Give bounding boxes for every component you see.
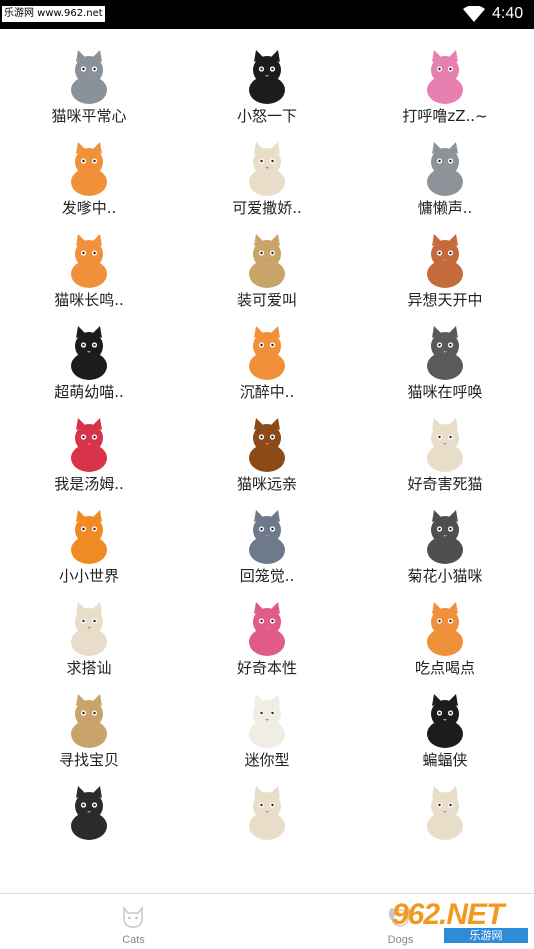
sticker-item[interactable]: 异想天开中 — [356, 230, 534, 322]
beige-cat-icon — [249, 142, 285, 196]
sticker-item[interactable]: 回笼觉.. — [178, 506, 356, 598]
black-cat-in-litter-box-icon — [71, 326, 107, 380]
sticker-label: 小小世界 — [58, 567, 119, 585]
orange-cat-stretching-icon — [249, 326, 285, 380]
sticker-item[interactable]: 菊花小猫咪 — [356, 506, 534, 598]
wifi-icon — [463, 6, 485, 22]
sticker-item[interactable]: 沉醉中.. — [178, 322, 356, 414]
sticker-item[interactable]: 猫咪在呼唤 — [356, 322, 534, 414]
sticker-label: 回笼觉.. — [239, 567, 295, 585]
sticker-label: 我是汤姆.. — [54, 475, 124, 493]
pink-cat-sleeping-icon — [427, 50, 463, 104]
watermark-logo: 962.NET — [392, 898, 504, 931]
sticker-label: 发嗲中.. — [61, 199, 117, 217]
cat-with-octopus-icon — [427, 234, 463, 288]
sticker-item[interactable]: 小小世界 — [0, 506, 178, 598]
ghost-cat-icon — [249, 694, 285, 748]
status-bar: 乐游网 www.962.net 4:40 — [0, 0, 534, 29]
sticker-item[interactable] — [178, 782, 356, 874]
sticker-label: 小怒一下 — [236, 107, 297, 125]
sticker-label: 猫咪在呼唤 — [407, 383, 483, 401]
sticker-label: 求搭讪 — [66, 659, 112, 677]
orange-cat-eating-icon — [427, 602, 463, 656]
sticker-label: 吃点喝点 — [414, 659, 475, 677]
sticker-item[interactable]: 吃点喝点 — [356, 598, 534, 690]
sticker-item[interactable]: 猫咪远亲 — [178, 414, 356, 506]
sticker-label: 猫咪远亲 — [236, 475, 297, 493]
sticker-label: 寻找宝贝 — [58, 751, 119, 769]
sticker-item[interactable]: 打呼噜zZ..~ — [356, 46, 534, 138]
sticker-label: 猫咪长鸣.. — [54, 291, 124, 309]
orange-cat-in-ball-icon — [71, 234, 107, 288]
cat-in-toilet-bowl-icon — [71, 786, 107, 840]
orange-cat-thinking-icon — [71, 142, 107, 196]
black-cat-angry-icon — [249, 50, 285, 104]
sticker-item[interactable]: 好奇本性 — [178, 598, 356, 690]
sticker-item[interactable]: 迷你型 — [178, 690, 356, 782]
sticker-label: 好奇本性 — [236, 659, 297, 677]
lion-icon — [249, 418, 285, 472]
cat-in-basket-icon — [71, 418, 107, 472]
tab-cats-label: Cats — [122, 934, 145, 946]
sticker-label: 沉醉中.. — [239, 383, 295, 401]
cat-sleeping-laptop-icon — [249, 510, 285, 564]
gray-cat-behind-icon — [427, 510, 463, 564]
watermark-site: 乐游网 — [444, 928, 528, 943]
sticker-item[interactable]: 猫咪长鸣.. — [0, 230, 178, 322]
sticker-item[interactable]: 猫咪平常心 — [0, 46, 178, 138]
sticker-item[interactable]: 蝙蝠侠 — [356, 690, 534, 782]
sticker-label: 装可爱叫 — [236, 291, 297, 309]
cat-in-box-icon — [249, 234, 285, 288]
sticker-label: 菊花小猫咪 — [407, 567, 483, 585]
cat-with-flower-icon — [71, 602, 107, 656]
bat-cat-icon — [427, 694, 463, 748]
gray-cat-lazy-icon — [427, 142, 463, 196]
sticker-item[interactable] — [356, 782, 534, 874]
sticker-label: 蝙蝠侠 — [422, 751, 468, 769]
sticker-label: 异想天开中 — [407, 291, 483, 309]
mummy-cat-icon — [249, 786, 285, 840]
sticker-item[interactable]: 我是汤姆.. — [0, 414, 178, 506]
watermark-bottom: 962.NET 乐游网 — [392, 898, 530, 944]
angel-cat-icon — [427, 786, 463, 840]
sticker-label: 好奇害死猫 — [407, 475, 483, 493]
cat-gift-box-icon — [249, 602, 285, 656]
sticker-label: 慵懒声.. — [417, 199, 473, 217]
sticker-item[interactable]: 小怒一下 — [178, 46, 356, 138]
sticker-label: 迷你型 — [244, 751, 290, 769]
sticker-item[interactable] — [0, 782, 178, 874]
sticker-item[interactable]: 发嗲中.. — [0, 138, 178, 230]
sticker-label: 猫咪平常心 — [51, 107, 127, 125]
sticker-item[interactable]: 超萌幼喵.. — [0, 322, 178, 414]
sticker-item[interactable]: 装可爱叫 — [178, 230, 356, 322]
gray-cat-sitting-icon — [71, 50, 107, 104]
tab-cats[interactable]: Cats — [0, 894, 267, 949]
sticker-item[interactable]: 慵懒声.. — [356, 138, 534, 230]
sticker-label: 打呼噜zZ..~ — [402, 107, 488, 125]
cat-doghouse-icon — [71, 694, 107, 748]
cat-tab-icon — [123, 905, 143, 928]
status-clock: 4:40 — [492, 5, 524, 22]
sticker-item[interactable]: 寻找宝贝 — [0, 690, 178, 782]
cat-in-toilet-icon — [427, 418, 463, 472]
sticker-label: 可爱撒娇.. — [232, 199, 302, 217]
cat-on-pumpkin-icon — [71, 510, 107, 564]
gray-cat-dancing-icon — [427, 326, 463, 380]
sticker-item[interactable]: 好奇害死猫 — [356, 414, 534, 506]
sticker-item[interactable]: 可爱撒娇.. — [178, 138, 356, 230]
sticker-item[interactable]: 求搭讪 — [0, 598, 178, 690]
watermark-top: 乐游网 www.962.net — [2, 6, 105, 22]
sticker-label: 超萌幼喵.. — [54, 383, 124, 401]
